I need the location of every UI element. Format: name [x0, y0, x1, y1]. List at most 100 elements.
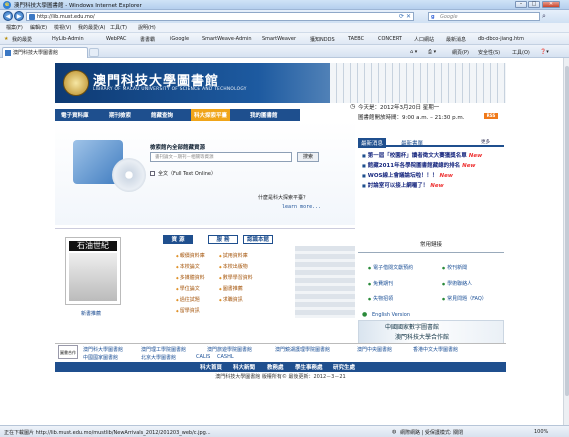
back-button[interactable]: ◀ — [3, 11, 13, 21]
tool-link[interactable]: 失物招領 — [368, 295, 393, 302]
resource-link[interactable]: 本校論文 — [176, 263, 200, 270]
news-item[interactable]: 第一屆「校園杯」讀者徵文大賽獲獎名單New — [362, 151, 482, 159]
new-tab-button[interactable] — [89, 48, 99, 57]
nav-discovery-platform[interactable]: 科大探索平臺 — [191, 109, 231, 121]
menu-favorites[interactable]: 我的最愛(A) — [78, 24, 105, 31]
zoom-level[interactable]: 100% — [534, 429, 548, 435]
tab-new-books[interactable]: 最新書單 — [398, 138, 426, 148]
news-more-link[interactable]: 更多 — [481, 139, 490, 145]
fav-concert[interactable]: CONCERT — [378, 36, 402, 42]
nav-catalog-search[interactable]: 館藏查詢 — [151, 111, 173, 119]
partner-link[interactable]: 澳門旅遊學院圖書館 — [207, 346, 252, 353]
tab-latest-news[interactable]: 最新消息 — [358, 138, 387, 148]
command-tools[interactable]: 工具(O) — [512, 49, 530, 56]
fav-db-dbco-jiang[interactable]: db-dbco-jiang.htm — [478, 36, 524, 42]
resource-link[interactable]: 學位論文 — [176, 285, 200, 292]
rss-button[interactable]: RSS — [484, 113, 498, 119]
home-icon[interactable]: ⌂ ▾ — [410, 49, 417, 55]
nav-journal-search[interactable]: 期刊檢索 — [109, 111, 131, 119]
resource-link[interactable]: 圖書推薦 — [219, 285, 243, 292]
maximize-button[interactable]: □ — [528, 1, 540, 8]
tab-library-home[interactable]: 澳門科技大學圖書館 — [2, 47, 88, 58]
fav-smartweave-admin[interactable]: SmartWeave-Admin — [202, 36, 252, 42]
new-book-cover[interactable]: 石油世紀 — [65, 237, 121, 305]
tool-link[interactable]: 常見問題（FAQ） — [442, 295, 487, 302]
minimize-button[interactable]: – — [515, 1, 527, 8]
footer-university-home[interactable]: 科大首頁 — [200, 363, 222, 371]
new-book-recommend-link[interactable]: 新書推薦 — [81, 310, 101, 317]
news-item[interactable]: 館藏2011年各學院圖書館藏總的排名New — [362, 161, 476, 169]
favorites-star-icon[interactable]: ★ — [4, 36, 8, 42]
english-version-link[interactable]: English Version — [372, 312, 410, 318]
vertical-scrollbar[interactable] — [563, 58, 569, 425]
menu-help[interactable]: 說明(H) — [138, 24, 156, 31]
nav-e-databases[interactable]: 電子資料庫 — [61, 111, 89, 119]
tool-link[interactable]: 電子借閱文獻預約 — [368, 264, 413, 271]
footer-academic-affairs[interactable]: 教務處 — [267, 363, 284, 371]
tab-resources[interactable]: 資 源 — [163, 235, 193, 244]
search-input[interactable]: g Google — [428, 12, 540, 21]
help-icon[interactable]: ❓▾ — [540, 49, 549, 55]
tool-link[interactable]: 免費期刊 — [368, 280, 393, 287]
fav-smartweaver[interactable]: SmartWeaver — [262, 36, 296, 42]
tool-link[interactable]: 學術聯絡人 — [442, 280, 472, 287]
footer-university-news[interactable]: 科大新聞 — [233, 363, 255, 371]
resource-link[interactable]: 求職資訊 — [219, 296, 243, 303]
fav-hylib-admin[interactable]: HyLib-Admin — [52, 36, 84, 42]
resource-link[interactable]: 本校出版物 — [219, 263, 248, 270]
url-field[interactable]: http://lib.must.edu.mo/ ⟳ ✕ — [26, 12, 414, 21]
partner-link[interactable]: CALIS — [196, 354, 210, 360]
close-button[interactable]: ✕ — [542, 1, 560, 8]
partner-link[interactable]: 中國國家圖書館 — [83, 354, 118, 361]
partner-link[interactable]: 澳門科大學圖書館 — [83, 346, 123, 353]
tool-link[interactable]: 校刊新聞 — [442, 264, 467, 271]
menu-edit[interactable]: 編輯(E) — [30, 24, 47, 31]
window-title-bar: e 澳門科技大學圖書館 - Windows Internet Explorer … — [0, 0, 569, 10]
forward-button[interactable]: ▶ — [14, 11, 24, 21]
resource-link[interactable]: 留學資訊 — [176, 307, 200, 314]
library-search-button[interactable]: 搜索 — [297, 152, 319, 162]
partner-link[interactable]: 北京大學圖書館 — [141, 354, 176, 361]
scrollbar-thumb[interactable] — [565, 66, 569, 396]
refresh-icon[interactable]: ⟳ ✕ — [399, 13, 411, 21]
resource-link[interactable]: 數學學習資料 — [219, 274, 253, 281]
fav-taebc[interactable]: TAEBC — [348, 36, 364, 42]
partner-link[interactable]: 澳門中央圖書館 — [357, 346, 392, 353]
partner-link[interactable]: 澳門理工學院圖書館 — [141, 346, 186, 353]
menu-tools[interactable]: 工具(T) — [110, 24, 127, 31]
command-safety[interactable]: 安全性(S) — [478, 49, 500, 56]
tab-services[interactable]: 服 務 — [208, 235, 238, 244]
favorites-label[interactable]: 我的最愛 — [12, 36, 32, 43]
tab-label: 澳門科技大學圖書館 — [13, 50, 59, 56]
print-icon[interactable]: ⎙ ▾ — [428, 49, 436, 55]
nav-my-library[interactable]: 我的圖書館 — [250, 111, 278, 119]
partner-link[interactable]: 澳門鏡湖護理學院圖書館 — [275, 346, 330, 353]
search-placeholder: Google — [440, 14, 458, 20]
fav-ndds[interactable]: 獲知NDDS — [310, 36, 335, 43]
fav-igoogle[interactable]: iGoogle — [170, 36, 189, 42]
search-go-icon[interactable]: ⌕ — [542, 12, 551, 21]
learn-more-link[interactable]: learn more... — [282, 204, 321, 210]
library-search-input[interactable]: 書刊論文－期刊－相關等資源 — [150, 152, 292, 162]
command-page[interactable]: 網頁(P) — [452, 49, 469, 56]
resource-link[interactable]: 多媒體資料 — [176, 274, 205, 281]
footer-graduate-school[interactable]: 研究生處 — [333, 363, 355, 371]
resource-link[interactable]: 過往試題 — [176, 296, 200, 303]
tab-about-library[interactable]: 認識本館 — [243, 235, 273, 244]
what-is-discovery-link[interactable]: 什麼是科大探索平臺？ — [258, 194, 308, 201]
resource-link[interactable]: 試用資料庫 — [219, 252, 248, 259]
news-item[interactable]: WOS線上會議論坛啦！！！New — [362, 171, 453, 179]
fav-portal[interactable]: 人口網站 — [414, 36, 434, 43]
fav-shushuba[interactable]: 書書霸 — [140, 36, 155, 43]
fav-latest-news[interactable]: 最新消息 — [446, 36, 466, 43]
menu-file[interactable]: 檔案(F) — [6, 24, 23, 31]
news-item[interactable]: 討論室可以接上網囉了！New — [362, 181, 444, 189]
footer-student-affairs[interactable]: 學生事務處 — [295, 363, 323, 371]
partner-link[interactable]: 香港中文大學圖書館 — [413, 346, 458, 353]
partner-link[interactable]: CASHL — [217, 354, 234, 360]
fulltext-checkbox[interactable] — [150, 171, 155, 176]
fav-webpac[interactable]: WebPAC — [106, 36, 126, 42]
resource-link[interactable]: 報價資料庫 — [176, 252, 205, 259]
security-zone[interactable]: 網際網路 | 受保護模式: 關閉 — [400, 429, 463, 436]
menu-view[interactable]: 檢視(V) — [54, 24, 71, 31]
